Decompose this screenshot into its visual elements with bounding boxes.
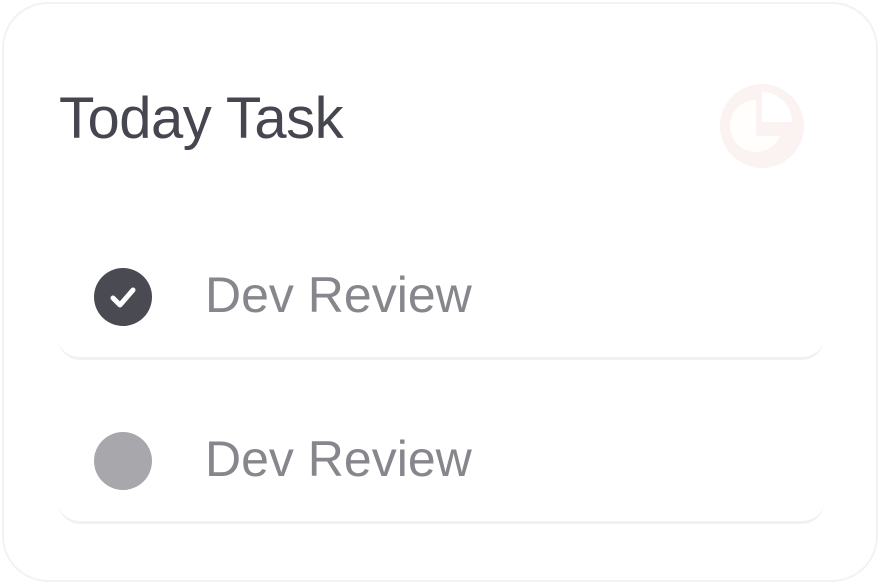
pie-chart-icon: [730, 92, 792, 152]
check-circle-icon[interactable]: [94, 268, 152, 326]
today-task-card: Today Task Dev Review Dev Review: [2, 2, 878, 582]
task-item[interactable]: Dev Review: [58, 416, 824, 524]
card-title: Today Task: [59, 86, 344, 151]
task-label: Dev Review: [205, 431, 472, 487]
task-item[interactable]: Dev Review: [58, 252, 824, 360]
empty-circle-icon[interactable]: [94, 432, 152, 490]
task-label: Dev Review: [205, 267, 472, 323]
pie-chart-button[interactable]: [720, 84, 804, 168]
